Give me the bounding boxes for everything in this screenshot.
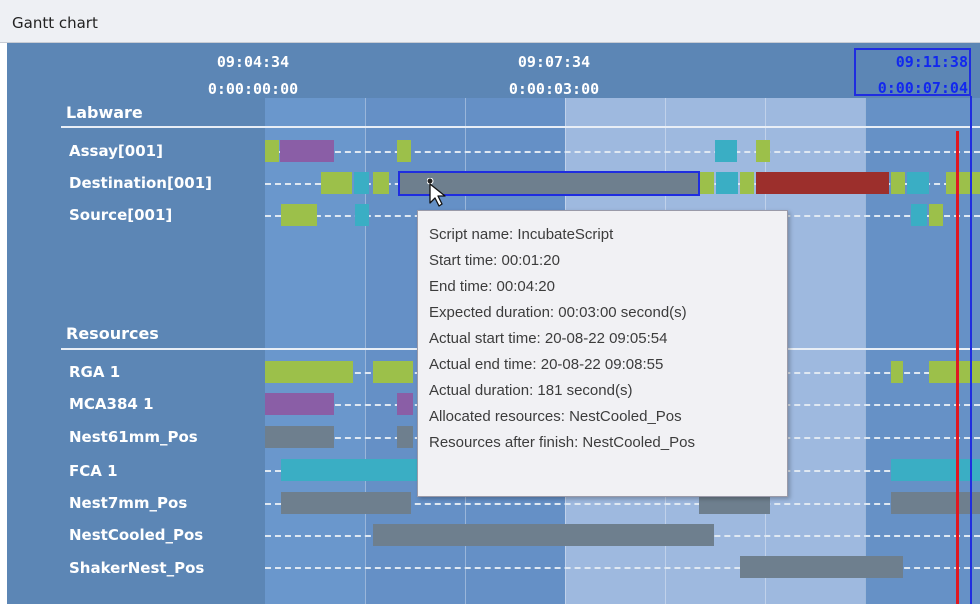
task-bar[interactable]	[265, 426, 334, 448]
row-label-shakernest: ShakerNest_Pos	[69, 559, 205, 577]
mouse-pointer-icon	[427, 178, 446, 207]
cursor-elapsed: 0:00:07:04	[877, 79, 968, 97]
labware-heading: Labware	[66, 103, 143, 122]
task-bar[interactable]	[373, 172, 389, 194]
task-bar[interactable]	[740, 556, 903, 578]
task-bar[interactable]	[265, 361, 353, 383]
task-bar[interactable]	[716, 172, 738, 194]
task-bar[interactable]	[355, 204, 369, 226]
task-bar[interactable]	[700, 172, 714, 194]
task-bar[interactable]	[265, 393, 334, 415]
task-bar[interactable]	[756, 140, 770, 162]
row-label-nest61mm: Nest61mm_Pos	[69, 428, 198, 446]
task-bar[interactable]	[891, 361, 903, 383]
task-bar[interactable]	[740, 172, 754, 194]
tooltip-actual-end: Actual end time: 20-08-22 09:08:55	[429, 356, 664, 373]
row-label-source: Source[001]	[69, 206, 173, 224]
time-label-start-clock: 09:04:34	[216, 53, 290, 71]
task-bar[interactable]	[397, 426, 413, 448]
task-bar[interactable]	[280, 140, 334, 162]
task-bar[interactable]	[281, 204, 317, 226]
row-label-assay: Assay[001]	[69, 142, 163, 160]
task-bar[interactable]	[373, 361, 413, 383]
task-bar[interactable]	[946, 172, 980, 194]
task-bar[interactable]	[715, 140, 737, 162]
tooltip-actual-start: Actual start time: 20-08-22 09:05:54	[429, 330, 668, 347]
task-bar[interactable]	[281, 459, 417, 481]
task-bar[interactable]	[929, 361, 980, 383]
cursor-time-line[interactable]	[970, 96, 972, 604]
task-bar[interactable]	[891, 172, 905, 194]
resources-heading: Resources	[66, 324, 159, 343]
row-label-nestcooled: NestCooled_Pos	[69, 526, 204, 544]
current-time-line	[956, 131, 959, 604]
time-label-start-elapsed: 0:00:00:00	[207, 80, 299, 98]
time-cursor-box[interactable]: 09:11:38 0:00:07:04	[854, 48, 971, 97]
tooltip-script-name: Script name: IncubateScript	[429, 226, 614, 243]
labware-divider	[61, 126, 980, 128]
row-guide	[265, 151, 980, 153]
task-bar[interactable]	[265, 140, 279, 162]
task-bar[interactable]	[911, 204, 927, 226]
row-label-destination: Destination[001]	[69, 174, 212, 192]
time-label-mid-elapsed: 0:00:03:00	[508, 80, 600, 98]
task-bar[interactable]	[397, 393, 413, 415]
tooltip-end-time: End time: 00:04:20	[429, 278, 555, 295]
tooltip-actual-duration: Actual duration: 181 second(s)	[429, 382, 633, 399]
script-tooltip: Script name: IncubateScript Start time: …	[417, 210, 788, 497]
task-bar[interactable]	[756, 172, 889, 194]
task-bar[interactable]	[321, 172, 352, 194]
gantt-chart[interactable]: 09:04:34 0:00:00:00 09:07:34 0:00:03:00 …	[7, 43, 980, 604]
task-bar[interactable]	[373, 524, 714, 546]
gantt-title-bar: Gantt chart	[0, 0, 980, 43]
row-label-mca384: MCA384 1	[69, 395, 154, 413]
tooltip-resources-after: Resources after finish: NestCooled_Pos	[429, 434, 695, 451]
task-bar[interactable]	[354, 172, 369, 194]
task-bar[interactable]	[891, 492, 980, 514]
tooltip-start-time: Start time: 00:01:20	[429, 252, 560, 269]
time-label-mid-clock: 09:07:34	[517, 53, 591, 71]
task-bar[interactable]	[929, 204, 943, 226]
row-label-rga: RGA 1	[69, 363, 121, 381]
cursor-clock: 09:11:38	[895, 53, 968, 71]
tooltip-expected-duration: Expected duration: 00:03:00 second(s)	[429, 304, 687, 321]
task-bar[interactable]	[891, 459, 980, 481]
window-title: Gantt chart	[12, 14, 98, 32]
tooltip-allocated-resources: Allocated resources: NestCooled_Pos	[429, 408, 682, 425]
task-bar[interactable]	[397, 140, 411, 162]
row-label-fca: FCA 1	[69, 462, 118, 480]
row-label-nest7mm: Nest7mm_Pos	[69, 494, 188, 512]
task-bar[interactable]	[281, 492, 411, 514]
task-bar[interactable]	[907, 172, 929, 194]
